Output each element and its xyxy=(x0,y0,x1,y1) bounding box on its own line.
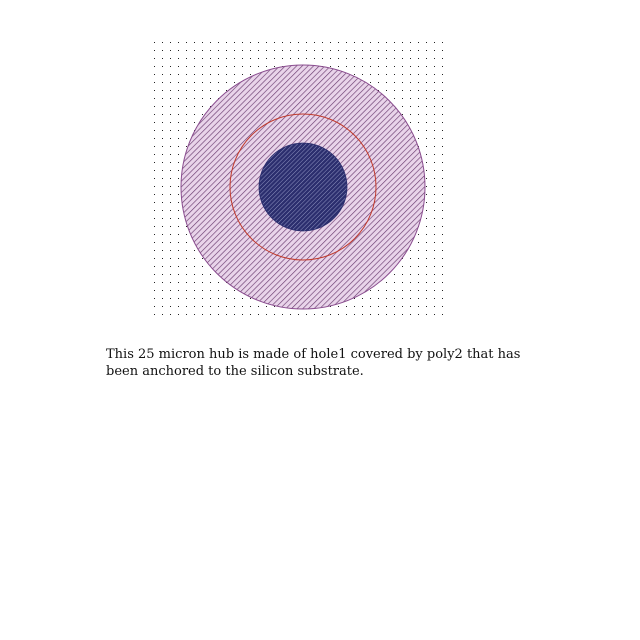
figure-caption: This 25 micron hub is made of hole1 cove… xyxy=(106,347,521,379)
hole1-disc xyxy=(258,142,348,232)
hub-layout-diagram xyxy=(154,42,450,318)
